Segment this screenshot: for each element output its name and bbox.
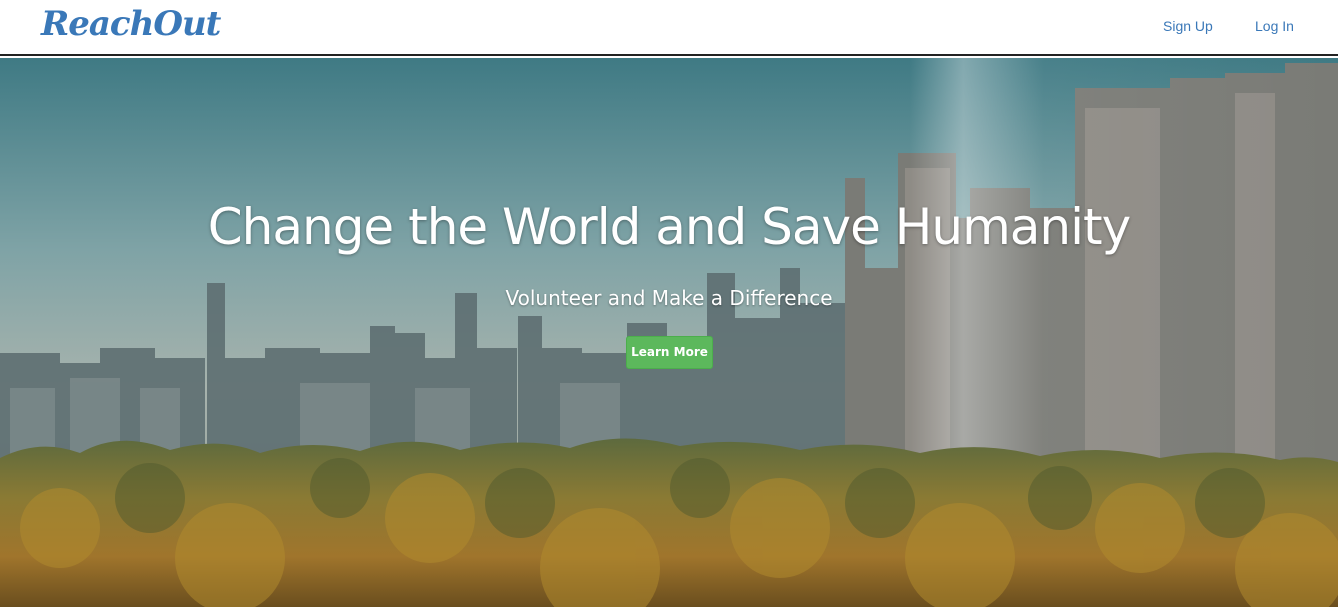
hero-subtitle: Volunteer and Make a Difference (505, 286, 833, 310)
navbar: ReachOut Sign Up Log In (0, 0, 1338, 56)
hero-section: Change the World and Save Humanity Volun… (0, 58, 1338, 607)
sign-up-link[interactable]: Sign Up (1163, 18, 1213, 34)
brand-logo[interactable]: ReachOut (41, 4, 221, 44)
hero-title: Change the World and Save Humanity (207, 198, 1131, 256)
log-in-link[interactable]: Log In (1255, 18, 1294, 34)
city-skyline-background (0, 58, 1338, 607)
learn-more-button[interactable]: Learn More (626, 336, 713, 369)
